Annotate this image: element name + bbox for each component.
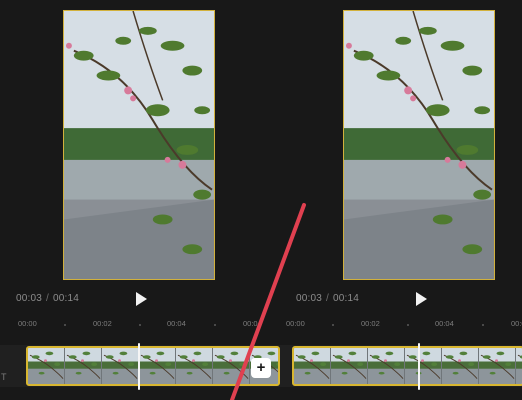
clip-frame-thumbnail	[28, 348, 65, 384]
playhead-left[interactable]	[138, 343, 140, 390]
ruler-dot	[214, 324, 216, 326]
play-button[interactable]	[412, 290, 430, 308]
ruler-dot	[332, 324, 334, 326]
time-readout: 00:03/00:14	[16, 293, 79, 304]
preview-frame-image	[344, 11, 494, 279]
video-clip-left[interactable]	[26, 346, 280, 386]
ruler-dot	[64, 324, 66, 326]
video-preview[interactable]	[63, 10, 215, 280]
clip-frame-thumbnail	[405, 348, 442, 384]
ruler-label: 00:02	[361, 319, 380, 328]
ruler-label: 00:0	[511, 319, 522, 328]
play-button[interactable]	[132, 290, 150, 308]
video-clip-right[interactable]	[292, 346, 522, 386]
clip-frame-thumbnail	[294, 348, 331, 384]
ruler-label: 00:00	[286, 319, 305, 328]
time-separator: /	[46, 293, 50, 304]
time-separator: /	[326, 293, 330, 304]
total-time: 00:14	[53, 293, 80, 304]
ruler-label: 00:04	[435, 319, 454, 328]
time-readout: 00:03/00:14	[296, 293, 359, 304]
ruler-dot	[139, 324, 141, 326]
clip-frame-thumbnail	[139, 348, 176, 384]
total-time: 00:14	[333, 293, 360, 304]
preview-frame-image	[64, 11, 214, 279]
clip-frame-thumbnail	[442, 348, 479, 384]
clip-thumbnails	[28, 348, 278, 384]
plus-icon: +	[256, 359, 266, 376]
clip-frame-thumbnail	[102, 348, 139, 384]
clip-frame-thumbnail	[479, 348, 516, 384]
timeline-ruler[interactable]: 00:00 00:02 00:04 00:0	[0, 319, 261, 331]
add-clip-button[interactable]: +	[251, 358, 271, 378]
clip-thumbnails	[294, 348, 522, 384]
ruler-label: 00:02	[93, 319, 112, 328]
clip-frame-thumbnail	[176, 348, 213, 384]
track-side-glyph: T	[1, 372, 7, 382]
current-time: 00:03	[16, 293, 43, 304]
timeline-ruler[interactable]: 00:00 00:02 00:04 00:0	[261, 319, 522, 331]
playhead-right[interactable]	[418, 343, 420, 390]
clip-frame-thumbnail	[213, 348, 250, 384]
clip-frame-thumbnail	[331, 348, 368, 384]
ruler-dot	[482, 324, 484, 326]
clip-frame-thumbnail	[65, 348, 102, 384]
ruler-label: 00:0	[243, 319, 258, 328]
current-time: 00:03	[296, 293, 323, 304]
editor-right: 00:03/00:14 00:00 00:02 00:04 00:0	[261, 0, 522, 400]
ruler-label: 00:00	[18, 319, 37, 328]
clip-frame-thumbnail	[368, 348, 405, 384]
clip-frame-thumbnail	[516, 348, 522, 384]
editor-left: 00:03/00:14 00:00 00:02 00:04 00:0 T	[0, 0, 261, 400]
ruler-dot	[407, 324, 409, 326]
ruler-label: 00:04	[167, 319, 186, 328]
video-preview[interactable]	[343, 10, 495, 280]
